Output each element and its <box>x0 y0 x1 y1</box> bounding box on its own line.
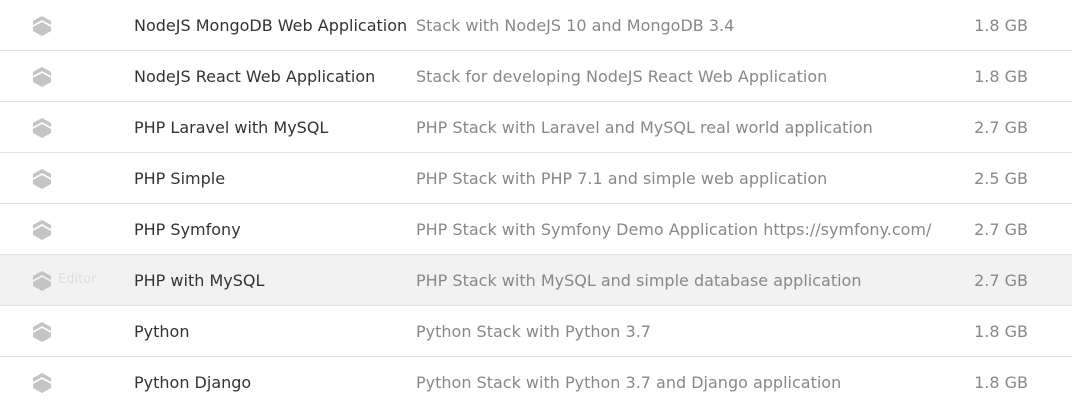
stack-name: PHP Symfony <box>134 220 241 239</box>
stack-icon <box>30 116 54 140</box>
stack-list: NodeJS MongoDB Web Application Stack wit… <box>0 0 1072 401</box>
stack-description: PHP Stack with PHP 7.1 and simple web ap… <box>416 169 828 188</box>
stack-row[interactable]: PHP Simple PHP Stack with PHP 7.1 and si… <box>0 153 1072 204</box>
stack-description: PHP Stack with MySQL and simple database… <box>416 271 862 290</box>
stack-description: Stack for developing NodeJS React Web Ap… <box>416 67 828 86</box>
stack-icon <box>30 269 54 293</box>
stack-icon <box>30 320 54 344</box>
stack-icon <box>30 14 54 38</box>
stack-name: PHP with MySQL <box>134 271 265 290</box>
stack-description: Stack with NodeJS 10 and MongoDB 3.4 <box>416 16 735 35</box>
stack-description: Python Stack with Python 3.7 and Django … <box>416 373 842 392</box>
stack-name: Python <box>134 322 190 341</box>
stack-row[interactable]: PHP Symfony PHP Stack with Symfony Demo … <box>0 204 1072 255</box>
stack-icon <box>30 167 54 191</box>
stack-size: 2.5 GB <box>974 169 1028 188</box>
stack-size: 1.8 GB <box>974 322 1028 341</box>
stack-name: PHP Simple <box>134 169 226 188</box>
stack-row[interactable]: NodeJS MongoDB Web Application Stack wit… <box>0 0 1072 51</box>
stack-description: Python Stack with Python 3.7 <box>416 322 651 341</box>
stack-name: PHP Laravel with MySQL <box>134 118 329 137</box>
stack-size: 1.8 GB <box>974 67 1028 86</box>
stack-row[interactable]: Python Django Python Stack with Python 3… <box>0 357 1072 401</box>
editor-hint: Editor <box>58 272 97 287</box>
stack-icon <box>30 218 54 242</box>
stack-row-highlighted[interactable]: Editor PHP with MySQL PHP Stack with MyS… <box>0 255 1072 306</box>
stack-description: PHP Stack with Symfony Demo Application … <box>416 220 932 239</box>
stack-icon <box>30 65 54 89</box>
stack-size: 2.7 GB <box>974 118 1028 137</box>
stack-name: Python Django <box>134 373 252 392</box>
stack-row[interactable]: Python Python Stack with Python 3.7 1.8 … <box>0 306 1072 357</box>
stack-icon <box>30 371 54 395</box>
stack-size: 1.8 GB <box>974 373 1028 392</box>
stack-name: NodeJS MongoDB Web Application <box>134 16 408 35</box>
stack-row[interactable]: NodeJS React Web Application Stack for d… <box>0 51 1072 102</box>
stack-description: PHP Stack with Laravel and MySQL real wo… <box>416 118 873 137</box>
stack-name: NodeJS React Web Application <box>134 67 376 86</box>
stack-size: 2.7 GB <box>974 271 1028 290</box>
stack-size: 2.7 GB <box>974 220 1028 239</box>
stack-size: 1.8 GB <box>974 16 1028 35</box>
stack-row[interactable]: PHP Laravel with MySQL PHP Stack with La… <box>0 102 1072 153</box>
